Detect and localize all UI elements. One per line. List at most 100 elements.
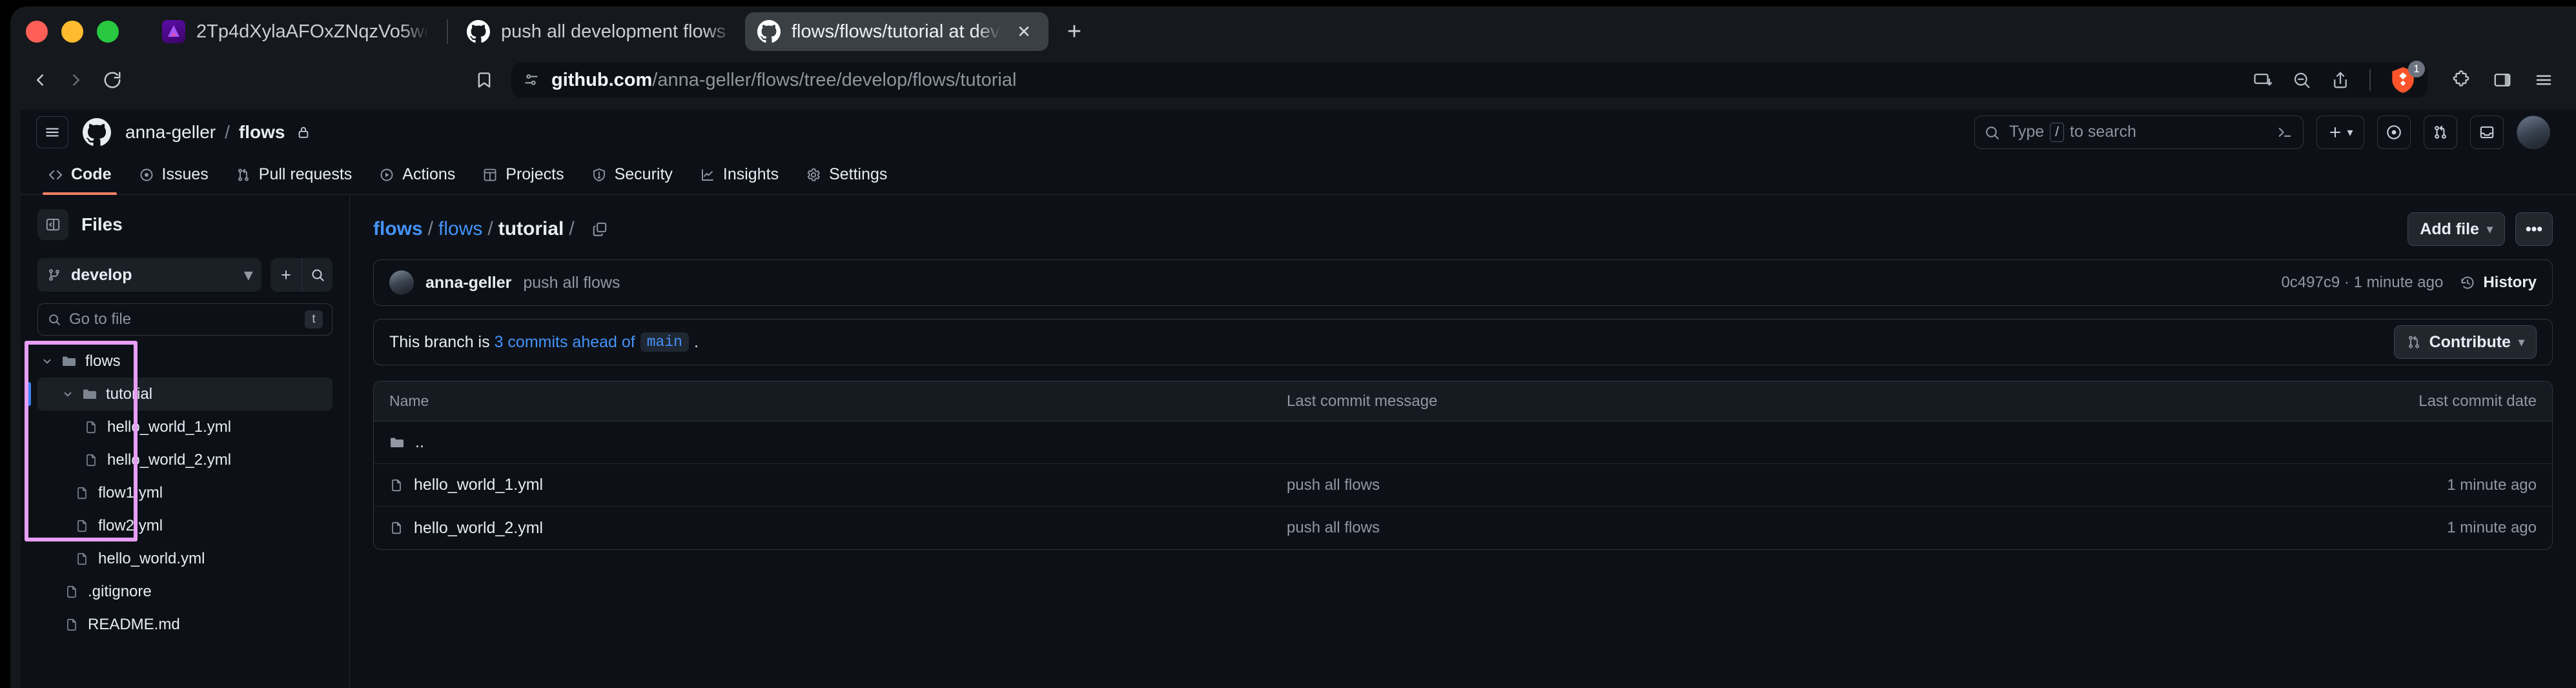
base-branch-chip[interactable]: main — [640, 332, 689, 352]
table-row[interactable]: hello_world_2.yml push all flows 1 minut… — [374, 507, 2552, 549]
files-sidebar: Files develop ▾ + — [21, 195, 350, 688]
back-icon[interactable] — [22, 62, 58, 98]
tree-item-label: flow1.yml — [98, 484, 163, 502]
file-icon — [59, 585, 84, 599]
tree-item-flow2[interactable]: flow2.yml — [37, 509, 332, 542]
header-actions: Type / to search ▾ — [1974, 116, 2550, 149]
file-name-link[interactable]: hello_world_1.yml — [414, 476, 543, 494]
history-link[interactable]: History — [2460, 274, 2537, 292]
search-input[interactable]: Type / to search — [1974, 116, 2304, 149]
file-table: Name Last commit message Last commit dat… — [373, 381, 2553, 550]
contribute-label: Contribute — [2429, 333, 2511, 352]
github-logo-icon[interactable] — [83, 118, 111, 147]
browser-tab-2[interactable]: push all development flows to Git a — [455, 12, 745, 51]
search-shortcut-key: / — [2050, 123, 2064, 141]
tree-item-readme[interactable]: README.md — [37, 608, 332, 641]
extensions-icon[interactable] — [2443, 62, 2479, 98]
crumb-repo[interactable]: flows — [373, 218, 423, 240]
search-files-icon[interactable] — [302, 258, 332, 292]
address-bar[interactable]: github.com/anna-geller/flows/tree/develo… — [511, 63, 2428, 97]
chevron-down-icon[interactable] — [37, 356, 57, 367]
branch-selector[interactable]: develop ▾ — [37, 258, 261, 292]
tree-item-hello-world-2[interactable]: hello_world_2.yml — [37, 443, 332, 476]
add-file-sidebar-button[interactable]: + — [271, 258, 302, 292]
tree-item-gitignore[interactable]: .gitignore — [37, 575, 332, 608]
bookmark-icon[interactable] — [466, 62, 502, 98]
reload-icon[interactable] — [94, 62, 130, 98]
global-nav-menu-icon[interactable] — [36, 116, 68, 148]
table-row[interactable]: .. — [374, 421, 2552, 464]
repo-name-link[interactable]: flows — [239, 122, 285, 143]
table-header-row: Name Last commit message Last commit dat… — [374, 381, 2552, 421]
copy-path-icon[interactable] — [585, 214, 615, 244]
branch-name: develop — [71, 266, 132, 285]
tree-item-flow1[interactable]: flow1.yml — [37, 476, 332, 509]
browser-menu-icon[interactable] — [2526, 62, 2562, 98]
git-pull-request-icon — [2406, 334, 2422, 350]
file-icon — [389, 478, 404, 492]
more-options-button[interactable]: ••• — [2515, 212, 2553, 246]
new-tab-button[interactable]: + — [1058, 15, 1091, 48]
terminal-icon[interactable] — [2276, 123, 2294, 141]
commits-ahead-link[interactable]: 3 commits ahead of — [495, 333, 635, 352]
commit-sha[interactable]: 0c497c9 — [2281, 274, 2340, 291]
repo-owner-link[interactable]: anna-geller — [125, 122, 216, 143]
tree-item-hello-world[interactable]: hello_world.yml — [37, 542, 332, 575]
minimize-window-button[interactable] — [61, 21, 83, 43]
close-window-button[interactable] — [26, 21, 48, 43]
tree-item-hello-world-1[interactable]: hello_world_1.yml — [37, 410, 332, 443]
sidebar-toggle-icon[interactable] — [2484, 62, 2520, 98]
forward-icon[interactable] — [58, 62, 94, 98]
contribute-button[interactable]: Contribute ▾ — [2394, 325, 2537, 359]
tab-divider — [447, 19, 448, 44]
file-name-cell[interactable]: hello_world_2.yml — [389, 519, 1287, 538]
split-view-icon[interactable] — [2253, 70, 2273, 90]
file-name-link[interactable]: .. — [415, 433, 424, 452]
repo-tab-issues[interactable]: Issues — [127, 155, 220, 194]
browser-tab-1[interactable]: 2Tp4dXylaAFOxZNqzVo5wd | Kest — [150, 12, 440, 51]
repo-tab-settings[interactable]: Settings — [794, 155, 899, 194]
share-icon[interactable] — [2331, 70, 2350, 90]
collapse-sidebar-icon[interactable] — [37, 209, 68, 240]
maximize-window-button[interactable] — [97, 21, 119, 43]
path-breadcrumb: flows / flows / tutorial / — [373, 218, 575, 240]
folder-icon — [57, 354, 81, 369]
git-branch-icon — [46, 267, 62, 283]
commit-author[interactable]: anna-geller — [425, 274, 511, 292]
browser-tab-3-active[interactable]: flows/flows/tutorial at develop ✕ — [745, 12, 1048, 51]
kestra-icon — [161, 19, 186, 44]
file-name-cell[interactable]: hello_world_1.yml — [389, 476, 1287, 494]
repo-tab-code[interactable]: Code — [36, 155, 123, 194]
commit-message-cell[interactable]: push all flows — [1287, 519, 2369, 537]
file-name-link[interactable]: hello_world_2.yml — [414, 519, 543, 538]
parent-dir-cell[interactable]: .. — [389, 433, 1287, 452]
commit-message[interactable]: push all flows — [523, 274, 620, 292]
commit-time: 1 minute ago — [2354, 274, 2444, 291]
repo-tab-projects[interactable]: Projects — [471, 155, 575, 194]
repo-tab-security[interactable]: Security — [580, 155, 684, 194]
repo-tab-pull-requests[interactable]: Pull requests — [224, 155, 364, 194]
create-new-button[interactable]: ▾ — [2316, 116, 2364, 149]
issues-icon[interactable] — [2377, 116, 2411, 149]
crumb-flows[interactable]: flows — [438, 218, 482, 240]
table-row[interactable]: hello_world_1.yml push all flows 1 minut… — [374, 464, 2552, 507]
sidebar-header: Files — [37, 209, 332, 240]
brave-shields-icon[interactable]: 1 — [2390, 66, 2416, 94]
site-settings-icon[interactable] — [523, 72, 540, 88]
add-file-button[interactable]: Add file ▾ — [2407, 212, 2505, 246]
tree-item-tutorial[interactable]: tutorial — [37, 378, 332, 410]
search-placeholder: Type / to search — [2009, 123, 2136, 141]
go-to-file-input[interactable]: Go to file t — [37, 303, 332, 336]
avatar[interactable] — [2517, 116, 2550, 149]
chevron-down-icon[interactable] — [58, 389, 77, 400]
inbox-icon[interactable] — [2470, 116, 2504, 149]
repo-tab-actions[interactable]: Actions — [367, 155, 467, 194]
tree-item-flows[interactable]: flows — [37, 345, 332, 378]
repo-tab-insights[interactable]: Insights — [688, 155, 790, 194]
commit-message-cell[interactable]: push all flows — [1287, 476, 2369, 494]
close-icon[interactable]: ✕ — [1011, 19, 1037, 45]
zoom-out-icon[interactable] — [2292, 70, 2311, 90]
pull-requests-icon[interactable] — [2424, 116, 2457, 149]
column-header-name: Name — [389, 392, 1287, 410]
browser-chrome: 2Tp4dXylaAFOxZNqzVo5wd | Kest push all d… — [10, 6, 2576, 688]
